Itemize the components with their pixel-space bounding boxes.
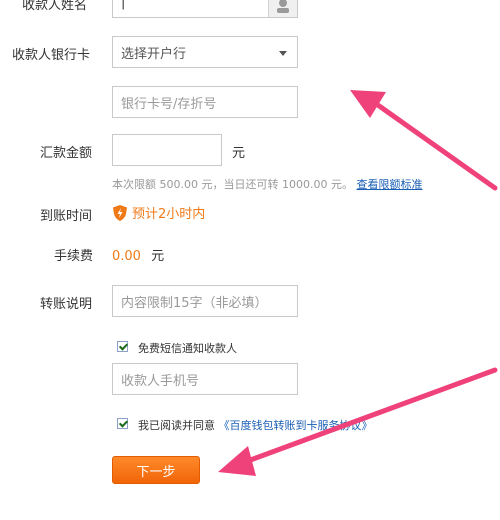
annotation-arrows (218, 90, 498, 476)
arrow-to-next-button (218, 367, 498, 476)
arrow-to-card-number (350, 90, 498, 191)
